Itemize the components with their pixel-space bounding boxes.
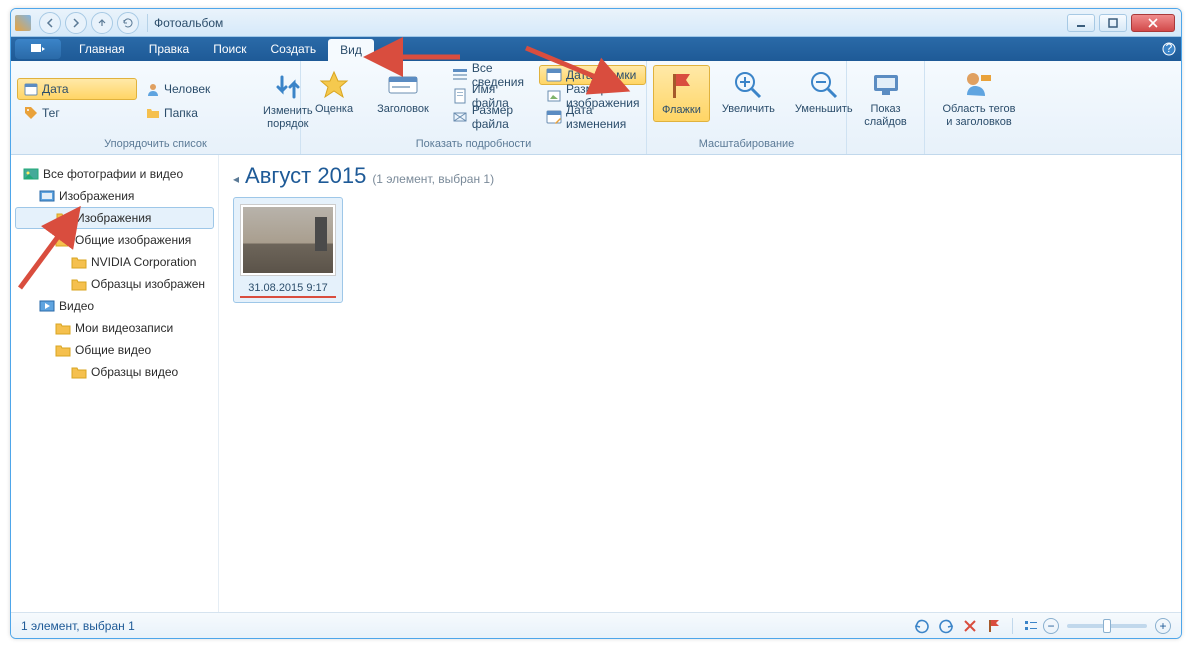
folder-icon <box>146 106 160 120</box>
tree-images[interactable]: Изображения <box>11 185 218 207</box>
flag-icon <box>665 70 697 102</box>
calendar-edit-icon <box>546 109 562 125</box>
filesize-button[interactable]: Размер файла <box>445 107 531 127</box>
nav-forward-button[interactable] <box>65 12 87 34</box>
arrange-person-button[interactable]: Человек <box>139 78 249 100</box>
file-icon <box>452 88 468 104</box>
folder-icon <box>71 254 87 270</box>
titlebar-separator <box>147 14 148 32</box>
details-view-button[interactable] <box>1021 616 1041 636</box>
zoom-out-small-button[interactable]: − <box>1043 618 1059 634</box>
details-group-label: Показать подробности <box>307 136 640 152</box>
group-title: Август 2015 <box>245 163 366 189</box>
svg-text:?: ? <box>1166 42 1173 55</box>
statusbar: 1 элемент, выбран 1 − + <box>11 612 1181 638</box>
slideshow-button[interactable]: Показ слайдов <box>856 65 915 132</box>
maximize-button[interactable] <box>1099 14 1127 32</box>
tab-create[interactable]: Создать <box>259 37 329 61</box>
folder-icon <box>55 342 71 358</box>
collapse-group-button[interactable]: ◂ <box>233 172 239 186</box>
nav-back-button[interactable] <box>39 12 61 34</box>
arrange-folder-button[interactable]: Папка <box>139 102 249 124</box>
tab-home[interactable]: Главная <box>67 37 137 61</box>
swap-arrows-icon <box>272 71 304 103</box>
zoom-in-icon <box>732 69 764 101</box>
thumbnail-image <box>240 204 336 276</box>
zoom-out-icon <box>808 69 840 101</box>
delete-button[interactable] <box>960 616 980 636</box>
rotate-left-button[interactable] <box>912 616 932 636</box>
date-modified-button[interactable]: Дата изменения <box>539 107 647 127</box>
ribbon: Дата Человек Тег Папка <box>11 61 1181 155</box>
folder-icon <box>55 320 71 336</box>
scale-group-label: Масштабирование <box>653 136 840 152</box>
folder-tree: Все фотографии и видео Изображения Изобр… <box>11 155 219 612</box>
flag-button[interactable] <box>984 616 1004 636</box>
folder-icon <box>56 210 72 226</box>
dimensions-icon <box>546 88 562 104</box>
arrange-tag-button[interactable]: Тег <box>17 102 137 124</box>
photos-icon <box>23 166 39 182</box>
title-button[interactable]: Заголовок <box>369 65 437 120</box>
close-button[interactable] <box>1131 14 1175 32</box>
arrange-group-label: Упорядочить список <box>17 136 294 152</box>
tree-my-video[interactable]: Мои видеозаписи <box>11 317 218 339</box>
rating-button[interactable]: Оценка <box>307 65 361 120</box>
help-button[interactable]: ? <box>1157 37 1181 61</box>
thumbnail-area: ◂ Август 2015 (1 элемент, выбран 1) 31.0… <box>219 155 1181 612</box>
tag-pane-icon <box>963 69 995 101</box>
person-icon <box>146 82 160 96</box>
zoom-in-button[interactable]: Увеличить <box>714 65 783 120</box>
tag-icon <box>24 106 38 120</box>
tree-shared-video[interactable]: Общие видео <box>11 339 218 361</box>
zoom-slider[interactable] <box>1067 624 1147 628</box>
calendar-small-icon <box>546 67 562 83</box>
titlebar: Фотоальбом <box>11 9 1181 37</box>
tab-view[interactable]: Вид <box>328 39 374 61</box>
window-title: Фотоальбом <box>154 16 223 30</box>
nav-refresh-button[interactable] <box>117 12 139 34</box>
thumbnail-caption: 31.08.2015 9:17 <box>248 282 328 294</box>
zoom-in-small-button[interactable]: + <box>1155 618 1171 634</box>
images-icon <box>39 188 55 204</box>
tab-edit[interactable]: Правка <box>137 37 202 61</box>
annotation-underline <box>240 296 336 298</box>
tree-samples-vid[interactable]: Образцы видео <box>11 361 218 383</box>
folder-icon <box>55 232 71 248</box>
group-header: ◂ Август 2015 (1 элемент, выбран 1) <box>233 163 1167 189</box>
status-text: 1 элемент, выбран 1 <box>21 619 135 633</box>
tree-root[interactable]: Все фотографии и видео <box>11 163 218 185</box>
tab-find[interactable]: Поиск <box>201 37 258 61</box>
file-menu-button[interactable] <box>15 39 61 59</box>
flags-button[interactable]: Флажки <box>653 65 710 122</box>
title-field-icon <box>387 69 419 101</box>
app-window: Фотоальбом Главная Правка Поиск Создать … <box>10 8 1182 639</box>
nav-up-button[interactable] <box>91 12 113 34</box>
tree-images-sub[interactable]: Изображения <box>15 207 214 229</box>
folder-icon <box>71 364 87 380</box>
list-icon <box>452 67 468 83</box>
calendar-icon <box>24 82 38 96</box>
menubar: Главная Правка Поиск Создать Вид ? <box>11 37 1181 61</box>
rotate-right-button[interactable] <box>936 616 956 636</box>
scale-icon <box>452 109 468 125</box>
tree-shared-images[interactable]: Общие изображения <box>11 229 218 251</box>
app-icon <box>15 15 31 31</box>
group-count: (1 элемент, выбран 1) <box>372 172 494 186</box>
tree-nvidia[interactable]: NVIDIA Corporation <box>11 251 218 273</box>
tag-area-button[interactable]: Область тегов и заголовков <box>935 65 1024 132</box>
folder-icon <box>71 276 87 292</box>
photo-thumbnail[interactable]: 31.08.2015 9:17 <box>233 197 343 303</box>
zoom-slider-thumb[interactable] <box>1103 619 1111 633</box>
tree-samples-img[interactable]: Образцы изображен <box>11 273 218 295</box>
arrange-date-button[interactable]: Дата <box>17 78 137 100</box>
projector-icon <box>870 69 902 101</box>
tree-video[interactable]: Видео <box>11 295 218 317</box>
minimize-button[interactable] <box>1067 14 1095 32</box>
star-icon <box>318 69 350 101</box>
video-icon <box>39 298 55 314</box>
